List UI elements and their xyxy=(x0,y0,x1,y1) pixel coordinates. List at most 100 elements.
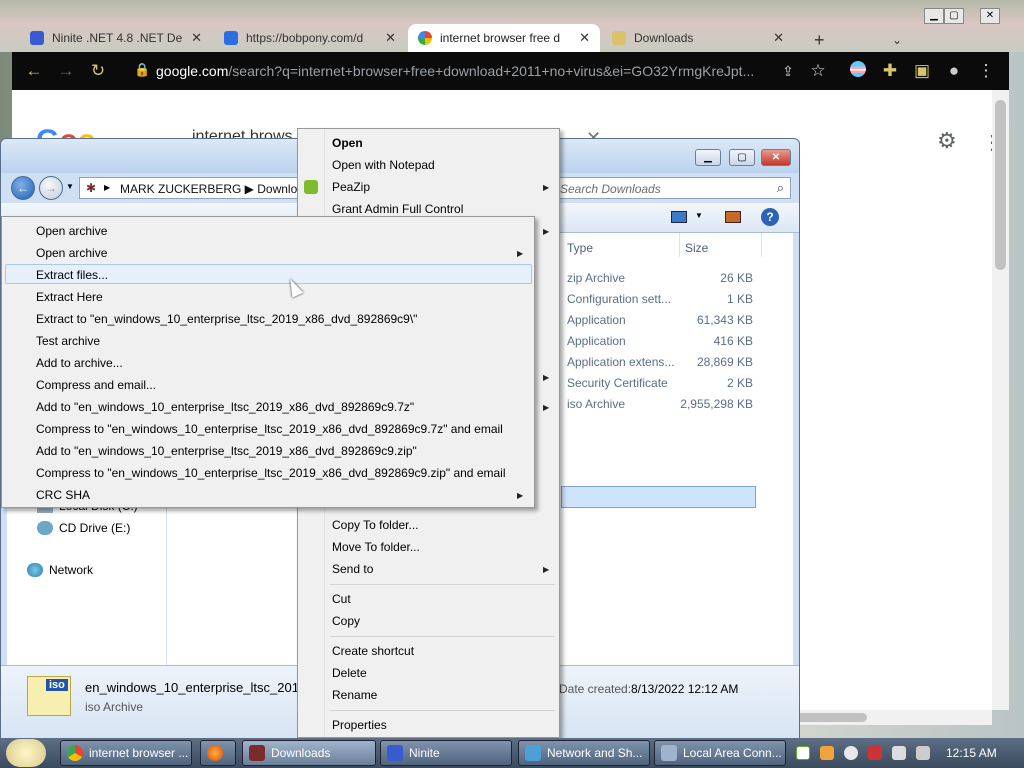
close-button[interactable]: ✕ xyxy=(980,8,1000,24)
maximize-button[interactable]: ▢ xyxy=(944,8,964,24)
share-icon[interactable]: ⇪ xyxy=(778,61,798,81)
tree-item-network[interactable]: Network xyxy=(27,563,93,577)
search-icon[interactable]: ⌕ xyxy=(777,180,784,196)
menu-item-copy-to-folder[interactable]: Copy To folder... xyxy=(332,518,419,532)
file-size-cell[interactable]: 1 KB xyxy=(687,292,753,306)
forward-icon[interactable]: → xyxy=(56,61,76,81)
peazip-item-extract-files[interactable]: Extract files... xyxy=(36,268,108,282)
start-orb[interactable] xyxy=(6,739,46,767)
new-tab-button[interactable]: + xyxy=(804,26,828,54)
tray-search-icon[interactable] xyxy=(820,746,834,760)
column-divider[interactable] xyxy=(761,233,762,257)
tab-search-button[interactable]: ⌄ xyxy=(882,26,906,54)
address-bar[interactable]: 🔒 google.com/search?q=internet+browser+f… xyxy=(124,56,854,86)
peazip-item-extract-here[interactable]: Extract Here xyxy=(36,290,103,304)
peazip-item-extract-to[interactable]: Extract to "en_windows_10_enterprise_lts… xyxy=(36,312,417,326)
peazip-item-add-7z[interactable]: Add to "en_windows_10_enterprise_ltsc_20… xyxy=(36,400,414,414)
menu-item-grant-admin[interactable]: Grant Admin Full Control xyxy=(332,202,463,216)
menu-item-rename[interactable]: Rename xyxy=(332,688,377,702)
tab-bobpony[interactable]: https://bobpony.com/d ✕ xyxy=(214,24,406,52)
menu-item-peazip[interactable]: PeaZip xyxy=(332,180,370,194)
file-size-cell[interactable]: 2 KB xyxy=(687,376,753,390)
peazip-item-add-to-archive[interactable]: Add to archive... xyxy=(36,356,123,370)
taskbar-button-downloads[interactable]: Downloads xyxy=(242,740,376,766)
peazip-item-crc-sha[interactable]: CRC SHA xyxy=(36,488,90,502)
explorer-minimize-button[interactable]: ▁ xyxy=(695,149,721,166)
taskbar-button-chrome[interactable]: internet browser ... xyxy=(60,740,192,766)
tab-ninite[interactable]: Ninite .NET 4.8 .NET De ✕ xyxy=(20,24,212,52)
forward-button[interactable]: → xyxy=(39,176,63,200)
peazip-item-add-zip[interactable]: Add to "en_windows_10_enterprise_ltsc_20… xyxy=(36,444,417,458)
page-vertical-scrollbar[interactable] xyxy=(992,90,1009,710)
extensions-puzzle-icon[interactable]: ✚ xyxy=(880,61,900,81)
menu-item-move-to-folder[interactable]: Move To folder... xyxy=(332,540,420,554)
taskbar-button-ninite[interactable]: Ninite xyxy=(380,740,512,766)
tray-volume-icon[interactable] xyxy=(916,746,930,760)
view-dropdown-icon[interactable]: ▼ xyxy=(695,211,703,220)
menu-item-properties[interactable]: Properties xyxy=(332,718,387,732)
taskbar-clock[interactable]: 12:15 AM xyxy=(946,746,997,760)
scroll-thumb[interactable] xyxy=(995,100,1006,270)
file-size-cell[interactable]: 2,955,298 KB xyxy=(673,397,753,411)
taskbar-button-lan[interactable]: Local Area Conn... xyxy=(654,740,786,766)
file-type-cell[interactable]: Application xyxy=(567,313,626,327)
back-button[interactable]: ← xyxy=(11,176,35,200)
close-icon[interactable]: ✕ xyxy=(191,30,202,46)
peazip-item-compress-zip-email[interactable]: Compress to "en_windows_10_enterprise_lt… xyxy=(36,466,506,480)
file-size-cell[interactable]: 61,343 KB xyxy=(687,313,753,327)
file-type-cell[interactable]: Application xyxy=(567,334,626,348)
tray-network-icon[interactable] xyxy=(892,746,906,760)
file-type-cell[interactable]: zip Archive xyxy=(567,271,625,285)
file-type-cell[interactable]: iso Archive xyxy=(567,397,625,411)
column-header-size[interactable]: Size xyxy=(685,241,708,255)
tray-status-icon[interactable] xyxy=(844,746,858,760)
tab-downloads[interactable]: Downloads ✕ xyxy=(602,24,794,52)
menu-kebab-icon[interactable]: ⋮ xyxy=(976,61,996,81)
explorer-maximize-button[interactable]: ▢ xyxy=(729,149,755,166)
preview-pane-icon[interactable] xyxy=(725,211,741,223)
file-type-cell[interactable]: Application extens... xyxy=(567,355,674,369)
file-type-cell[interactable]: Configuration sett... xyxy=(567,292,671,306)
peazip-item-test-archive[interactable]: Test archive xyxy=(36,334,100,348)
peazip-item-compress-7z-email[interactable]: Compress to "en_windows_10_enterprise_lt… xyxy=(36,422,503,436)
menu-item-send-to[interactable]: Send to xyxy=(332,562,373,576)
side-panel-icon[interactable]: ▣ xyxy=(912,61,932,81)
explorer-search-box[interactable]: Search Downloads ⌕ xyxy=(553,177,791,199)
taskbar-button-firefox[interactable] xyxy=(200,740,236,766)
menu-item-open-notepad[interactable]: Open with Notepad xyxy=(332,158,435,172)
help-icon[interactable]: ? xyxy=(761,208,779,226)
menu-item-create-shortcut[interactable]: Create shortcut xyxy=(332,644,414,658)
bookmark-star-icon[interactable]: ☆ xyxy=(808,61,828,81)
peazip-item-compress-email[interactable]: Compress and email... xyxy=(36,378,156,392)
peazip-item-open-archive[interactable]: Open archive xyxy=(36,224,107,238)
file-type-cell[interactable]: Security Certificate xyxy=(567,376,668,390)
tray-app-icon[interactable] xyxy=(796,746,810,760)
column-header-type[interactable]: Type xyxy=(567,241,593,255)
menu-item-delete[interactable]: Delete xyxy=(332,666,367,680)
close-icon[interactable]: ✕ xyxy=(579,30,590,46)
minimize-button[interactable]: ▁ xyxy=(924,8,944,24)
close-icon[interactable]: ✕ xyxy=(385,30,396,46)
file-size-cell[interactable]: 416 KB xyxy=(687,334,753,348)
explorer-close-button[interactable]: ✕ xyxy=(761,149,791,166)
taskbar-button-network[interactable]: Network and Sh... xyxy=(518,740,650,766)
tab-google-search[interactable]: internet browser free d ✕ xyxy=(408,24,600,52)
tray-security-icon[interactable] xyxy=(868,746,882,760)
file-size-cell[interactable]: 26 KB xyxy=(687,271,753,285)
close-icon[interactable]: ✕ xyxy=(773,30,784,46)
menu-item-copy[interactable]: Copy xyxy=(332,614,360,628)
peazip-item-open-archive-sub[interactable]: Open archive xyxy=(36,246,107,260)
menu-item-open[interactable]: Open xyxy=(332,136,363,150)
extension-flag-icon[interactable] xyxy=(848,61,868,81)
settings-gear-icon[interactable]: ⚙ xyxy=(937,128,957,154)
profile-avatar-icon[interactable]: ● xyxy=(944,61,964,81)
breadcrumb[interactable]: MARK ZUCKERBERG ▶ Downloa xyxy=(120,182,304,196)
file-size-cell[interactable]: 28,869 KB xyxy=(687,355,753,369)
column-divider[interactable] xyxy=(679,233,680,257)
recent-dropdown-icon[interactable]: ▼ xyxy=(66,182,74,191)
menu-item-cut[interactable]: Cut xyxy=(332,592,351,606)
view-options-icon[interactable] xyxy=(671,211,687,223)
back-icon[interactable]: ← xyxy=(24,61,44,81)
reload-icon[interactable]: ↻ xyxy=(88,61,108,81)
tree-item-cd-drive[interactable]: CD Drive (E:) xyxy=(37,521,130,535)
